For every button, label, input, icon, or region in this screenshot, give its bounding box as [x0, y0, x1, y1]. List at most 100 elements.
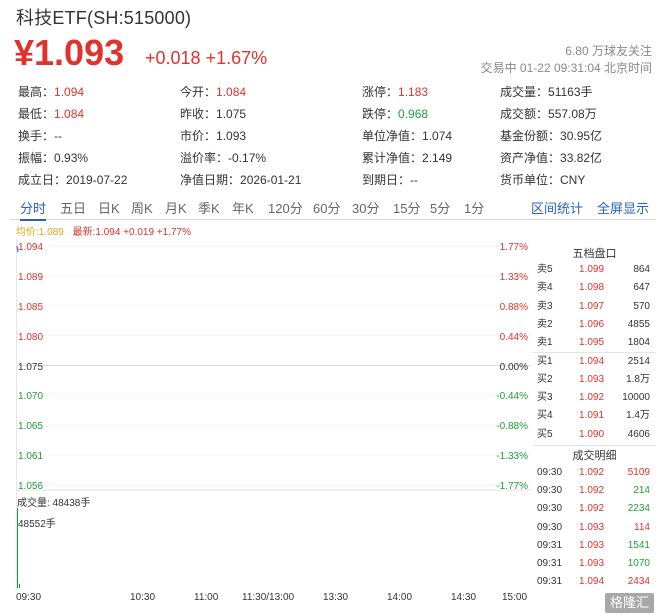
stat-value: -0.17%	[228, 151, 267, 165]
stat-item: 最高：1.094	[18, 84, 84, 100]
stat-label: 单位净值：	[362, 129, 423, 143]
tab-period[interactable]: 月K	[165, 198, 187, 217]
tab-period[interactable]: 日K	[98, 198, 120, 217]
order-level-label: 卖2	[537, 318, 553, 330]
stat-item: 到期日：--	[362, 172, 418, 188]
intraday-chart[interactable]: 1.094 1.089 1.085 1.080 1.075 1.070 1.065 1.061…	[16, 238, 531, 598]
tab-period[interactable]: 五日	[60, 198, 86, 217]
pct-tick-label: -1.33%	[496, 451, 528, 463]
stat-value: 0.968	[398, 107, 429, 121]
stat-label: 成交额：	[500, 107, 549, 121]
order-level-label: 买3	[537, 392, 553, 404]
trade-price: 1.093	[579, 521, 605, 533]
order-book-row: 买5 1.090 4606	[533, 426, 656, 444]
stat-value: 1.075	[216, 107, 247, 121]
trade-status-time: 交易中 01-22 09:31:04 北京时间	[480, 61, 652, 75]
tab-period[interactable]: 季K	[198, 198, 220, 217]
trade-row: 09:31 1.094 2434	[533, 573, 656, 591]
stat-label: 振幅：	[18, 151, 55, 165]
stat-item: 成交额：557.08万	[500, 106, 597, 122]
pct-tick-label: -0.44%	[496, 391, 528, 403]
trade-price: 1.093	[579, 558, 605, 569]
stat-item: 基金份额：30.95亿	[500, 128, 602, 144]
trade-price: 1.092	[579, 485, 605, 497]
tab-period[interactable]: 5分	[430, 198, 450, 217]
order-volume: 1.4万	[626, 410, 650, 422]
stat-item: 市价：1.093	[180, 128, 246, 144]
stat-label: 昨收：	[180, 107, 217, 121]
tab-intraday[interactable]: 分时	[20, 198, 47, 221]
trade-volume: 5109	[627, 467, 650, 478]
order-book-row: 买2 1.093 1.8万	[533, 371, 656, 389]
order-level-label: 买2	[537, 373, 553, 385]
stat-item: 单位净值：1.074	[362, 128, 452, 144]
tab-period[interactable]: 60分	[313, 198, 340, 217]
fullscreen-link[interactable]: 全屏显示	[597, 198, 649, 217]
order-book-row: 卖4 1.098 647	[533, 279, 656, 297]
order-volume: 2514	[627, 355, 650, 367]
stat-value: 2.149	[422, 151, 453, 165]
stat-label: 累计净值：	[362, 151, 423, 165]
x-tick-label: 15:00	[502, 592, 528, 603]
order-price: 1.095	[579, 337, 605, 349]
tab-period[interactable]: 15分	[393, 198, 420, 217]
stat-value: 1.084	[216, 85, 247, 99]
stat-label: 最高：	[18, 85, 55, 99]
x-tick-label: 11:00	[194, 592, 219, 603]
range-stats-link[interactable]: 区间统计	[531, 198, 583, 217]
chart-canvas	[16, 238, 531, 590]
trade-time: 09:30	[537, 485, 563, 497]
trade-price: 1.093	[579, 539, 605, 551]
stat-value: 1.183	[398, 85, 429, 99]
stat-item: 累计净值：2.149	[362, 150, 452, 166]
stat-value: --	[410, 173, 419, 187]
x-tick-label: 13:30	[323, 592, 349, 603]
watermark-logo: 格隆汇	[604, 593, 654, 613]
price-tick-label: 1.080	[18, 331, 44, 343]
trade-volume: 2434	[627, 576, 650, 588]
stat-item: 成交量：51163手	[500, 84, 593, 100]
trade-time: 09:30	[537, 503, 563, 515]
order-price: 1.090	[579, 428, 605, 440]
trade-volume: 1070	[627, 558, 650, 569]
order-volume: 4606	[627, 428, 650, 440]
trade-volume: 214	[633, 485, 650, 497]
pct-tick-label: -0.88%	[496, 421, 528, 433]
stat-value: 30.95亿	[560, 129, 603, 143]
stat-item: 资产净值：33.82亿	[500, 150, 602, 166]
order-level-label: 卖5	[537, 264, 553, 275]
tab-period[interactable]: 30分	[352, 198, 379, 217]
avg-price-label: 均价:1.089	[16, 227, 64, 238]
stat-item: 成立日：2019-07-22	[18, 172, 127, 188]
stat-label: 涨停：	[362, 85, 399, 99]
stat-value: 557.08万	[548, 107, 597, 121]
order-book-row: 买4 1.091 1.4万	[533, 407, 656, 425]
tab-period[interactable]: 120分	[268, 198, 303, 217]
order-level-label: 买4	[537, 410, 553, 422]
price-tick-label: 1.065	[18, 421, 44, 433]
order-price: 1.097	[579, 300, 605, 312]
followers-count[interactable]: 6.80 万球友关注	[565, 42, 652, 59]
price-tick-label: 1.061	[18, 451, 44, 463]
side-panel: 五档盘口 卖5 1.099 864 卖4 1.098 647 卖3 1.097 570 卖2 1.09…	[533, 240, 656, 590]
stat-item: 跌停：0.968	[362, 106, 428, 122]
trade-price: 1.092	[579, 467, 605, 478]
order-price: 1.098	[579, 282, 605, 294]
tab-period[interactable]: 周K	[131, 198, 153, 217]
volume-bar	[19, 583, 20, 588]
order-book-title: 五档盘口	[572, 248, 617, 260]
order-volume: 647	[633, 282, 650, 294]
trade-row: 09:31 1.093 1541	[533, 537, 656, 555]
tab-period[interactable]: 年K	[232, 198, 254, 217]
order-volume: 864	[633, 264, 650, 275]
trade-volume: 114	[634, 521, 650, 533]
tab-period[interactable]: 1分	[464, 198, 484, 217]
stat-item: 净值日期：2026-01-21	[180, 172, 301, 188]
stat-item: 昨收：1.075	[180, 106, 246, 122]
stat-label: 今开：	[180, 85, 217, 99]
stat-label: 资产净值：	[500, 151, 561, 165]
order-book-row: 买1 1.094 2514	[533, 353, 656, 371]
stat-label: 换手：	[18, 129, 55, 143]
stat-value: 1.084	[54, 107, 85, 121]
trade-row: 09:31 1.093 1070	[533, 555, 656, 573]
